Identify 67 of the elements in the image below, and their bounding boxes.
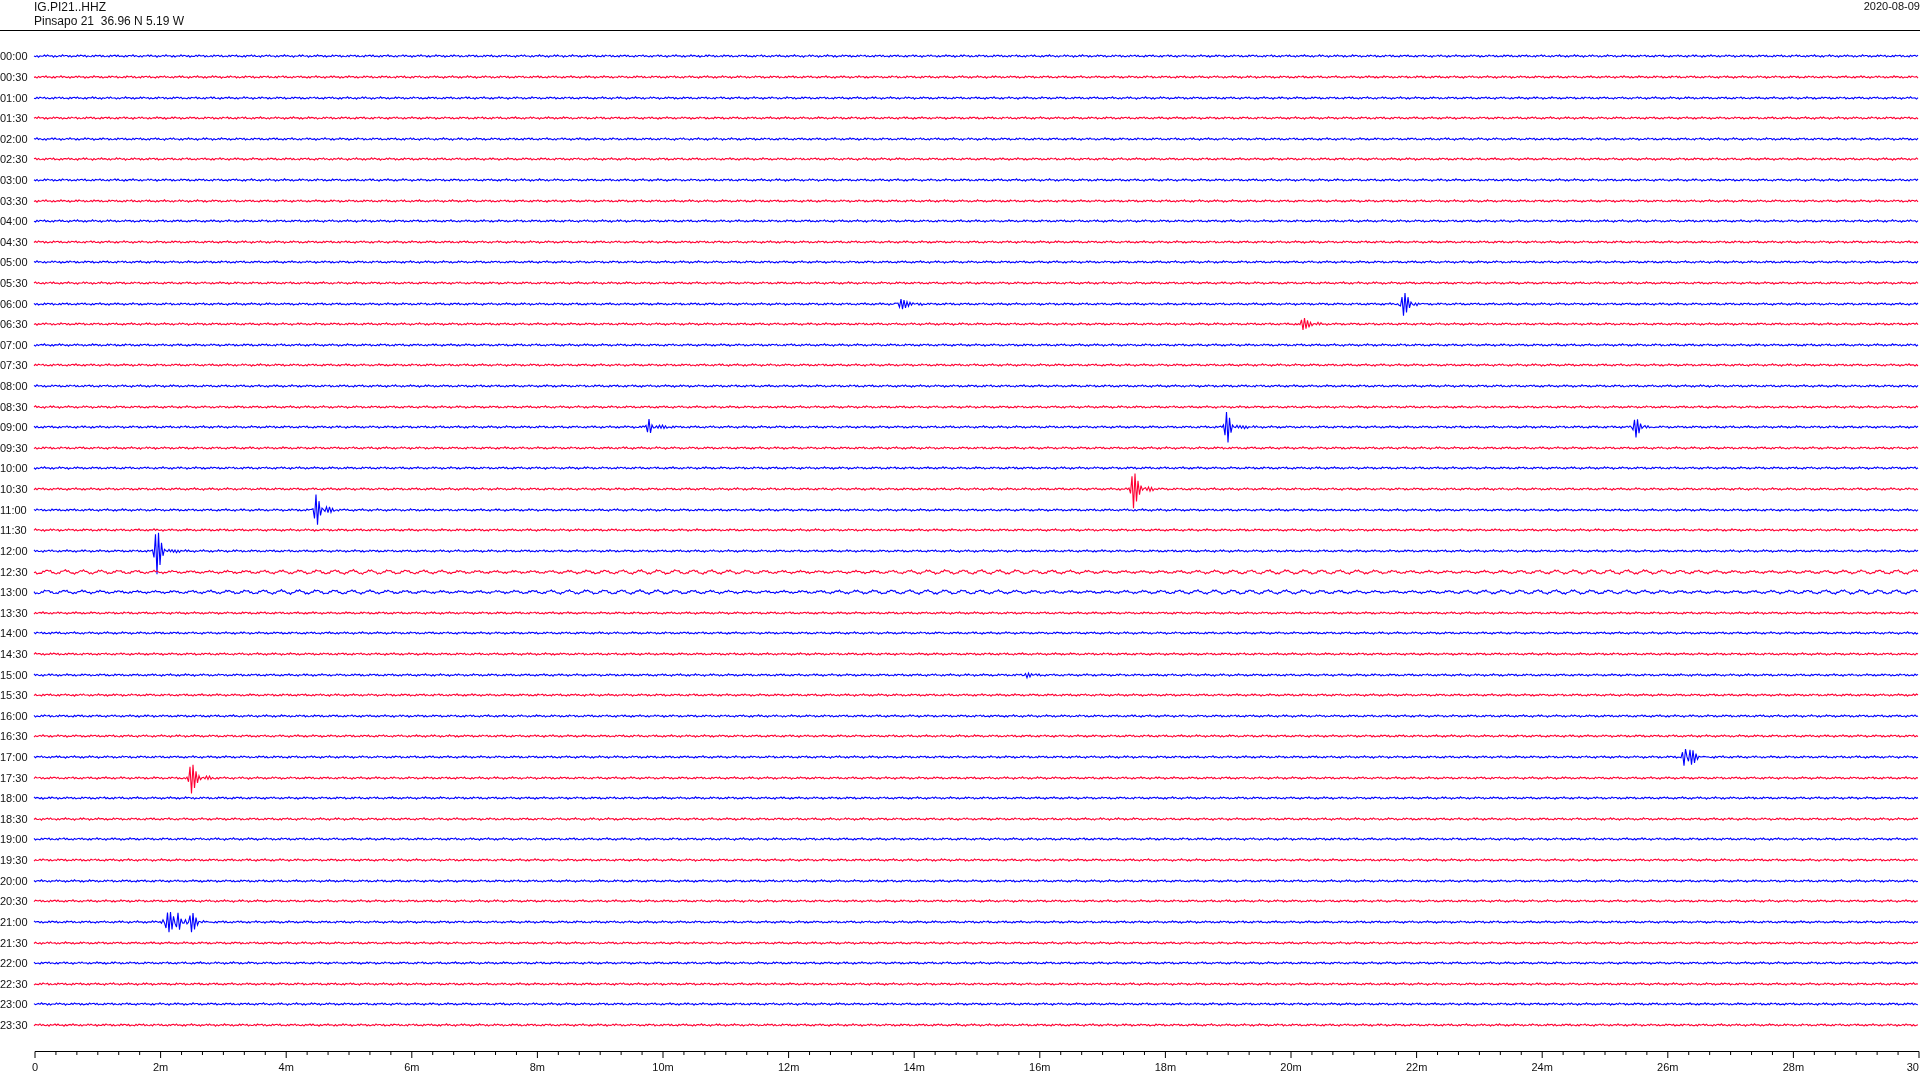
- axis-tick-label: 26m: [1657, 1061, 1679, 1074]
- time-label: 03:30: [0, 194, 29, 207]
- time-label: 06:00: [0, 297, 29, 310]
- axis-tick-label: 4m: [278, 1061, 294, 1074]
- axis-tick-label: 22m: [1405, 1061, 1428, 1074]
- time-label: 13:00: [0, 586, 29, 599]
- time-label: 18:00: [0, 792, 29, 805]
- time-label: 10:00: [0, 462, 29, 475]
- time-label: 12:00: [0, 544, 29, 557]
- axis-tick-label: 8m: [529, 1061, 546, 1074]
- time-label: 12:30: [0, 565, 29, 578]
- time-label: 23:00: [0, 998, 29, 1011]
- axis-tick-label: 10m: [652, 1061, 674, 1074]
- time-label: 01:00: [0, 91, 29, 104]
- time-label: 20:00: [0, 874, 29, 887]
- time-label: 07:00: [0, 338, 29, 351]
- axis-tick-label: 18m: [1154, 1061, 1177, 1074]
- time-label: 09:00: [0, 421, 29, 434]
- time-label: 19:00: [0, 833, 29, 846]
- time-label: 07:30: [0, 359, 29, 372]
- time-label: 19:30: [0, 854, 29, 867]
- time-label: 14:30: [0, 647, 29, 660]
- time-label: 04:00: [0, 215, 29, 228]
- time-label: 05:00: [0, 256, 29, 269]
- time-label: 23:30: [0, 1018, 29, 1031]
- time-label: 02:00: [0, 132, 29, 145]
- time-label: 17:30: [0, 771, 29, 784]
- axis-tick-label: 24m: [1531, 1061, 1553, 1074]
- time-label: 11:30: [0, 524, 28, 537]
- time-label: 00:30: [0, 70, 29, 83]
- axis-tick-label: 6m: [404, 1061, 420, 1074]
- time-label: 08:30: [0, 400, 29, 413]
- time-label: 06:30: [0, 318, 29, 331]
- time-label: 01:30: [0, 112, 29, 125]
- time-label: 16:00: [0, 709, 29, 722]
- station-location: Pinsapo 21 36.96 N 5.19 W: [34, 14, 185, 28]
- time-label: 21:30: [0, 936, 29, 949]
- time-label: 18:30: [0, 812, 29, 825]
- time-label: 09:30: [0, 441, 29, 454]
- time-label: 00:00: [0, 50, 29, 63]
- time-label: 08:00: [0, 380, 29, 393]
- axis-tick-label: 20m: [1280, 1061, 1302, 1074]
- axis-tick-label: 28m: [1782, 1061, 1805, 1074]
- axis-tick-label: 0: [32, 1061, 39, 1074]
- axis-tick-label: 30: [1906, 1061, 1919, 1074]
- axis-tick-label: 16m: [1029, 1061, 1051, 1074]
- time-label: 15:00: [0, 668, 29, 681]
- time-label: 15:30: [0, 689, 29, 702]
- time-label: 10:30: [0, 483, 29, 496]
- time-label: 05:30: [0, 277, 29, 289]
- time-label: 14:00: [0, 627, 29, 640]
- station-code: IG.PI21..HHZ: [34, 0, 107, 14]
- axis-tick-label: 2m: [152, 1061, 169, 1074]
- time-label: 03:00: [0, 173, 29, 186]
- time-label: 20:30: [0, 895, 29, 908]
- time-label: 21:00: [0, 915, 29, 928]
- time-label: 04:30: [0, 235, 29, 248]
- time-label: 22:00: [0, 957, 29, 970]
- axis-tick-label: 12m: [777, 1061, 800, 1074]
- time-label: 13:30: [0, 606, 29, 619]
- axis-tick-label: 14m: [903, 1061, 925, 1074]
- time-label: 17:00: [0, 751, 29, 763]
- time-label: 22:30: [0, 977, 29, 990]
- date-label: 2020-08-09: [1863, 0, 1920, 13]
- time-label: 11:00: [0, 503, 28, 516]
- time-label: 02:30: [0, 153, 29, 166]
- time-label: 16:30: [0, 730, 29, 743]
